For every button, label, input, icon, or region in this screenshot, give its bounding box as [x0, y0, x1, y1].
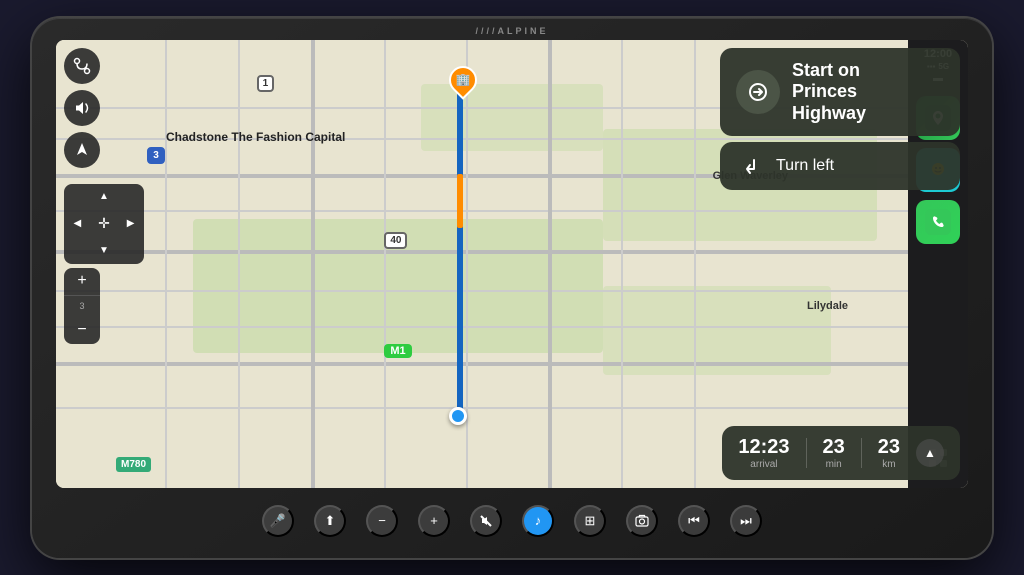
- vol-minus-button[interactable]: −: [366, 505, 398, 537]
- next-track-button[interactable]: ⏭: [730, 505, 762, 537]
- device-brand: ////ALPINE: [475, 26, 548, 36]
- back-button[interactable]: ⬆: [314, 505, 346, 537]
- zoom-in-button[interactable]: +: [64, 268, 100, 296]
- nav-primary-line1: Start on: [792, 60, 866, 82]
- trip-panel: 12:23 arrival 23 min 23 km ▲: [722, 426, 960, 480]
- highway-m1-badge: M1: [384, 344, 411, 358]
- nav-secondary-instruction: Turn left: [720, 142, 960, 190]
- arrival-time: 12:23: [738, 436, 789, 459]
- current-position-marker: [449, 407, 467, 425]
- trip-expand-button[interactable]: ▲: [916, 439, 944, 467]
- nav-primary-text: Start on Princes Highway: [792, 60, 866, 125]
- pan-up-button[interactable]: ▲: [91, 184, 118, 211]
- music-button[interactable]: ♪: [522, 505, 554, 537]
- nav-primary-line3: Highway: [792, 103, 866, 125]
- nav-primary-instruction: Start on Princes Highway: [720, 48, 960, 137]
- trip-divider-2: [861, 438, 862, 468]
- lilydale-label: Lilydale: [807, 300, 848, 312]
- vol-plus-button[interactable]: +: [418, 505, 450, 537]
- duration-value: 23: [823, 436, 845, 459]
- nav-secondary-text: Turn left: [776, 157, 834, 175]
- device-wrapper: ////ALPINE: [32, 18, 992, 558]
- zoom-controls: + 3 −: [64, 268, 100, 344]
- prev-track-button[interactable]: ⏮: [678, 505, 710, 537]
- duration-label: min: [826, 459, 842, 470]
- pan-right-button[interactable]: ▶: [117, 210, 144, 237]
- arrival-label: arrival: [750, 459, 777, 470]
- bottom-controls: 🎤 ⬆ − + ♪ ⊞ ⏮ ⏭: [56, 496, 968, 546]
- destination-marker: 🏢: [449, 66, 477, 94]
- nav-primary-line2: Princes: [792, 81, 866, 103]
- pan-left-button[interactable]: ◀: [64, 210, 91, 237]
- distance-value: 23: [878, 436, 900, 459]
- zoom-out-button[interactable]: −: [64, 316, 100, 344]
- phone-app-icon[interactable]: [916, 200, 960, 244]
- highway-m780-badge: M780: [116, 457, 151, 472]
- zoom-level-badge: 3: [64, 296, 100, 316]
- pan-center-button[interactable]: ✛: [91, 210, 118, 237]
- route-button[interactable]: [64, 48, 100, 84]
- nav-panel: Start on Princes Highway Turn left: [720, 48, 960, 191]
- screen-area: Chadstone The Fashion Capital Glen Waver…: [56, 40, 968, 488]
- distance-label: km: [882, 459, 895, 470]
- pan-control-group: ▲ ◀ ✛ ▶ ▼ + 3 −: [64, 180, 144, 344]
- camera-button[interactable]: [626, 505, 658, 537]
- location-button[interactable]: [64, 132, 100, 168]
- pan-control: ▲ ◀ ✛ ▶ ▼: [64, 184, 144, 264]
- duration-stat: 23 min: [823, 436, 845, 470]
- distance-stat: 23 km: [878, 436, 900, 470]
- trip-divider-1: [806, 438, 807, 468]
- nav-primary-icon: [736, 70, 780, 114]
- road-badge-1: 1: [257, 75, 275, 92]
- road-badge-3: 3: [147, 147, 165, 164]
- sound-button[interactable]: [64, 90, 100, 126]
- mute-button[interactable]: [470, 505, 502, 537]
- pan-down-button[interactable]: ▼: [91, 237, 118, 264]
- arrival-stat: 12:23 arrival: [738, 436, 789, 470]
- nav-secondary-icon: [736, 152, 764, 180]
- mic-button[interactable]: 🎤: [262, 505, 294, 537]
- grid-button[interactable]: ⊞: [574, 505, 606, 537]
- road-badge-40: 40: [384, 232, 407, 249]
- destination-label: Chadstone The Fashion Capital: [166, 130, 345, 146]
- left-sidebar: ▲ ◀ ✛ ▶ ▼ + 3 −: [64, 48, 144, 344]
